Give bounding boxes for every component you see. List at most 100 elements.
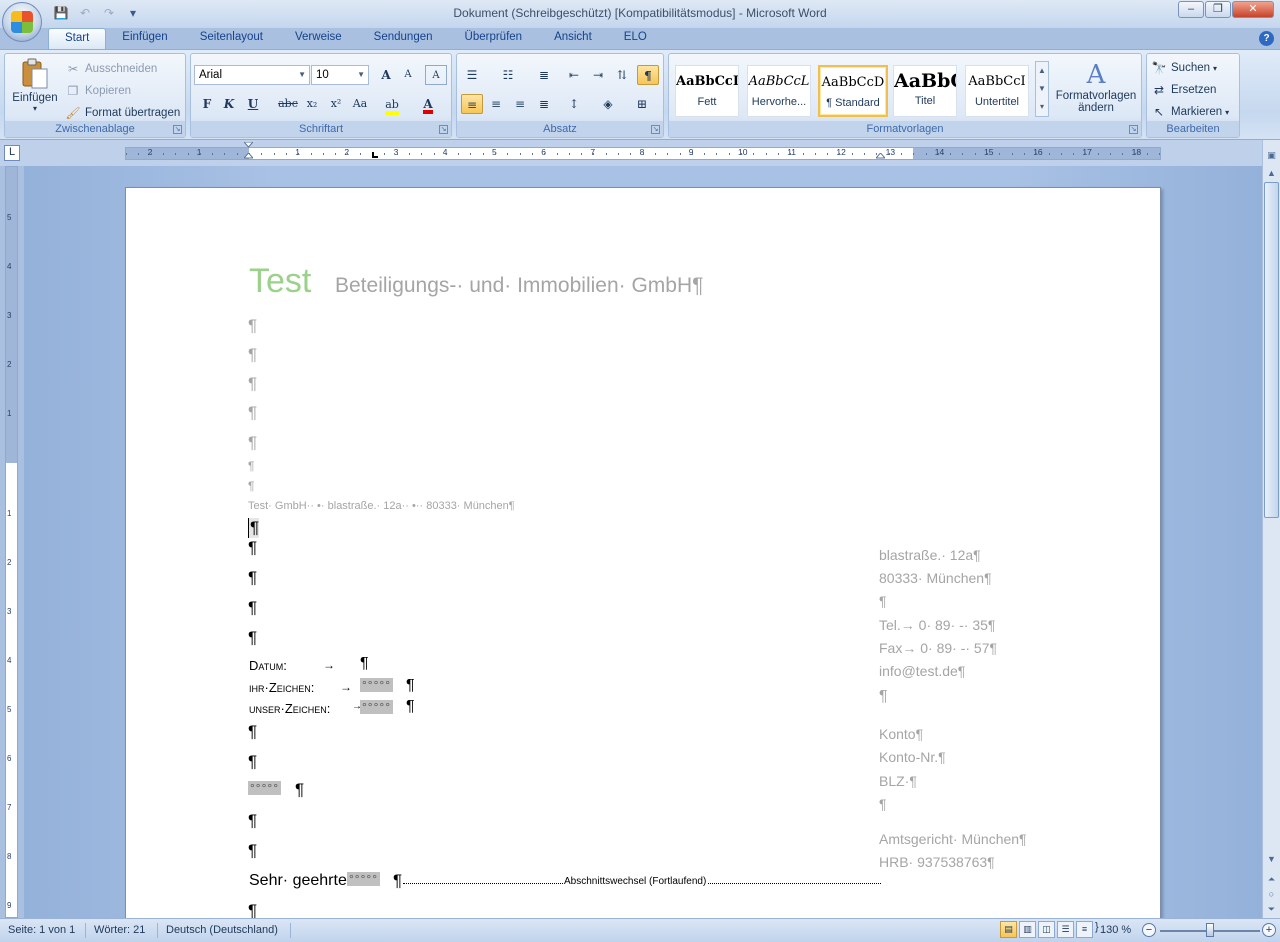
- borders-icon[interactable]: ⊞: [631, 94, 653, 114]
- styles-launcher-icon[interactable]: ↘: [1129, 125, 1138, 134]
- font-name-combo[interactable]: Arial ▼: [194, 65, 310, 85]
- vertical-ruler[interactable]: 5 4 3 2 1 1 2 3 4 5 6 7 8 9: [5, 166, 18, 918]
- help-icon[interactable]: ?: [1259, 31, 1274, 46]
- right-indent-icon[interactable]: [876, 153, 885, 163]
- browse-object-icon[interactable]: ○: [1264, 887, 1279, 902]
- salutation-field[interactable]: °°°°°: [347, 872, 380, 886]
- align-left-icon[interactable]: ≡: [461, 94, 483, 114]
- style-standard[interactable]: AaBbCcD ¶ Standard: [818, 65, 888, 117]
- subscript-button[interactable]: x₂: [301, 94, 323, 114]
- highlight-button[interactable]: ab: [381, 94, 403, 115]
- align-center-icon[interactable]: ≡: [485, 94, 507, 114]
- change-styles-button[interactable]: A Formatvorlagen ändern: [1053, 60, 1139, 114]
- style-hervorhebung[interactable]: AaBbCcL Hervorhe...: [747, 65, 811, 117]
- superscript-button[interactable]: x²: [325, 94, 347, 114]
- bold-button[interactable]: F: [196, 94, 218, 114]
- strikethrough-button[interactable]: abc: [277, 94, 299, 114]
- more-icon[interactable]: ▾: [1036, 98, 1048, 116]
- ruler-tick: [1122, 153, 1124, 155]
- ruler-tick: [1060, 153, 1062, 155]
- chevron-up-icon[interactable]: ▲: [1036, 62, 1048, 80]
- tab-einfuegen[interactable]: Einfügen: [106, 28, 183, 50]
- scrollbar-thumb[interactable]: [1264, 182, 1279, 518]
- tab-ueberpruefen[interactable]: Überprüfen: [449, 28, 539, 50]
- font-color-button[interactable]: A: [417, 94, 439, 114]
- print-layout-icon[interactable]: ▤: [1000, 921, 1017, 938]
- previous-page-icon[interactable]: ⏶: [1264, 872, 1279, 887]
- justify-icon[interactable]: ≣: [533, 94, 555, 114]
- outline-icon[interactable]: ☰: [1057, 921, 1074, 938]
- paste-dropdown-icon[interactable]: ▾: [33, 104, 37, 113]
- hanging-indent-icon[interactable]: [244, 153, 253, 163]
- minimize-button[interactable]: –: [1178, 1, 1204, 18]
- web-layout-icon[interactable]: ◫: [1038, 921, 1055, 938]
- clipboard-launcher-icon[interactable]: ↘: [173, 125, 182, 134]
- tab-verweise[interactable]: Verweise: [279, 28, 358, 50]
- tab-sendungen[interactable]: Sendungen: [358, 28, 449, 50]
- numbering-icon[interactable]: ☷: [497, 65, 519, 85]
- office-button[interactable]: [2, 2, 42, 42]
- left-tab-stop-icon[interactable]: [372, 152, 378, 158]
- style-untertitel[interactable]: AaBbCcI Untertitel: [965, 65, 1029, 117]
- scroll-down-icon[interactable]: ▼: [1264, 852, 1279, 867]
- document-area[interactable]: Test Beteiligungs-· und· Immobilien· Gmb…: [24, 166, 1262, 918]
- font-size-combo[interactable]: 10 ▼: [311, 65, 369, 85]
- draft-icon[interactable]: ≡: [1076, 921, 1093, 938]
- select-button[interactable]: ↖ Markieren ▾: [1151, 104, 1229, 120]
- ruler-toggle-icon[interactable]: ▣: [1264, 148, 1279, 163]
- show-marks-button[interactable]: ¶: [637, 65, 659, 85]
- replace-button[interactable]: ⇄ Ersetzen: [1151, 82, 1216, 98]
- zoom-in-icon[interactable]: +: [1262, 923, 1276, 937]
- tab-selector-button[interactable]: L: [4, 145, 20, 161]
- ihr-zeichen-field[interactable]: °°°°°: [360, 678, 393, 692]
- italic-button[interactable]: K: [218, 94, 240, 114]
- recipient-field[interactable]: °°°°°: [248, 781, 281, 795]
- vertical-scrollbar[interactable]: ▣ ▲ ▼ ⏶ ○ ⏷: [1262, 140, 1280, 918]
- style-fett[interactable]: AaBbCcI Fett: [675, 65, 739, 117]
- first-line-indent-icon[interactable]: [244, 142, 253, 152]
- tab-ansicht[interactable]: Ansicht: [538, 28, 608, 50]
- find-button[interactable]: 🔭 Suchen ▾: [1151, 60, 1218, 76]
- font-launcher-icon[interactable]: ↘: [439, 125, 448, 134]
- cut-button[interactable]: ✂ Ausschneiden: [65, 61, 157, 77]
- underline-button[interactable]: U: [242, 94, 264, 114]
- grow-font-button[interactable]: A: [375, 65, 397, 85]
- font-group-label: Schriftart: [191, 121, 451, 137]
- sort-icon[interactable]: ⇅: [611, 65, 633, 85]
- increase-indent-icon[interactable]: ⇥: [587, 65, 609, 85]
- paste-button[interactable]: Einfügen ▾: [9, 58, 61, 120]
- line-spacing-icon[interactable]: ↕: [563, 94, 585, 114]
- tab-elo[interactable]: ELO: [608, 28, 663, 50]
- styles-gallery-scroll[interactable]: ▲ ▼ ▾: [1035, 61, 1049, 117]
- decrease-indent-icon[interactable]: ⇤: [563, 65, 585, 85]
- zoom-level[interactable]: 130 %: [1100, 924, 1131, 936]
- page-count[interactable]: Seite: 1 von 1: [8, 924, 75, 936]
- language-indicator[interactable]: Deutsch (Deutschland): [166, 924, 278, 936]
- chevron-down-icon[interactable]: ▼: [1036, 80, 1048, 98]
- horizontal-ruler[interactable]: 2 1 1 2 3 4 5 6 7 8 9 10 11 12 13 14 15 16 17 18: [125, 142, 1161, 163]
- document-page[interactable]: Test Beteiligungs-· und· Immobilien· Gmb…: [125, 187, 1161, 918]
- multilevel-list-icon[interactable]: ≣: [533, 65, 555, 85]
- tab-seitenlayout[interactable]: Seitenlayout: [184, 28, 279, 50]
- format-painter-button[interactable]: 🖌 Format übertragen: [65, 105, 180, 121]
- full-screen-reading-icon[interactable]: ▥: [1019, 921, 1036, 938]
- zoom-slider-thumb[interactable]: [1206, 923, 1214, 937]
- restore-button[interactable]: ❐: [1205, 1, 1231, 18]
- shrink-font-button[interactable]: A: [397, 65, 419, 85]
- change-case-button[interactable]: Aa: [349, 94, 371, 114]
- bullets-icon[interactable]: ☰: [461, 65, 483, 85]
- word-count[interactable]: Wörter: 21: [94, 924, 145, 936]
- next-page-icon[interactable]: ⏷: [1264, 902, 1279, 917]
- scroll-up-icon[interactable]: ▲: [1264, 166, 1279, 181]
- align-right-icon[interactable]: ≡: [509, 94, 531, 114]
- close-button[interactable]: ✕: [1232, 1, 1274, 18]
- tab-start[interactable]: Start: [48, 28, 107, 50]
- shading-icon[interactable]: ◈: [597, 94, 619, 114]
- clear-formatting-button[interactable]: A: [425, 65, 447, 85]
- paragraph-launcher-icon[interactable]: ↘: [651, 125, 660, 134]
- copy-button[interactable]: ❐ Kopieren: [65, 83, 131, 99]
- zoom-out-icon[interactable]: −: [1142, 923, 1156, 937]
- style-titel[interactable]: AaBbC Titel: [893, 65, 957, 117]
- unser-zeichen-field[interactable]: °°°°°: [360, 700, 393, 714]
- text-cursor-paragraph[interactable]: ¶: [248, 518, 260, 538]
